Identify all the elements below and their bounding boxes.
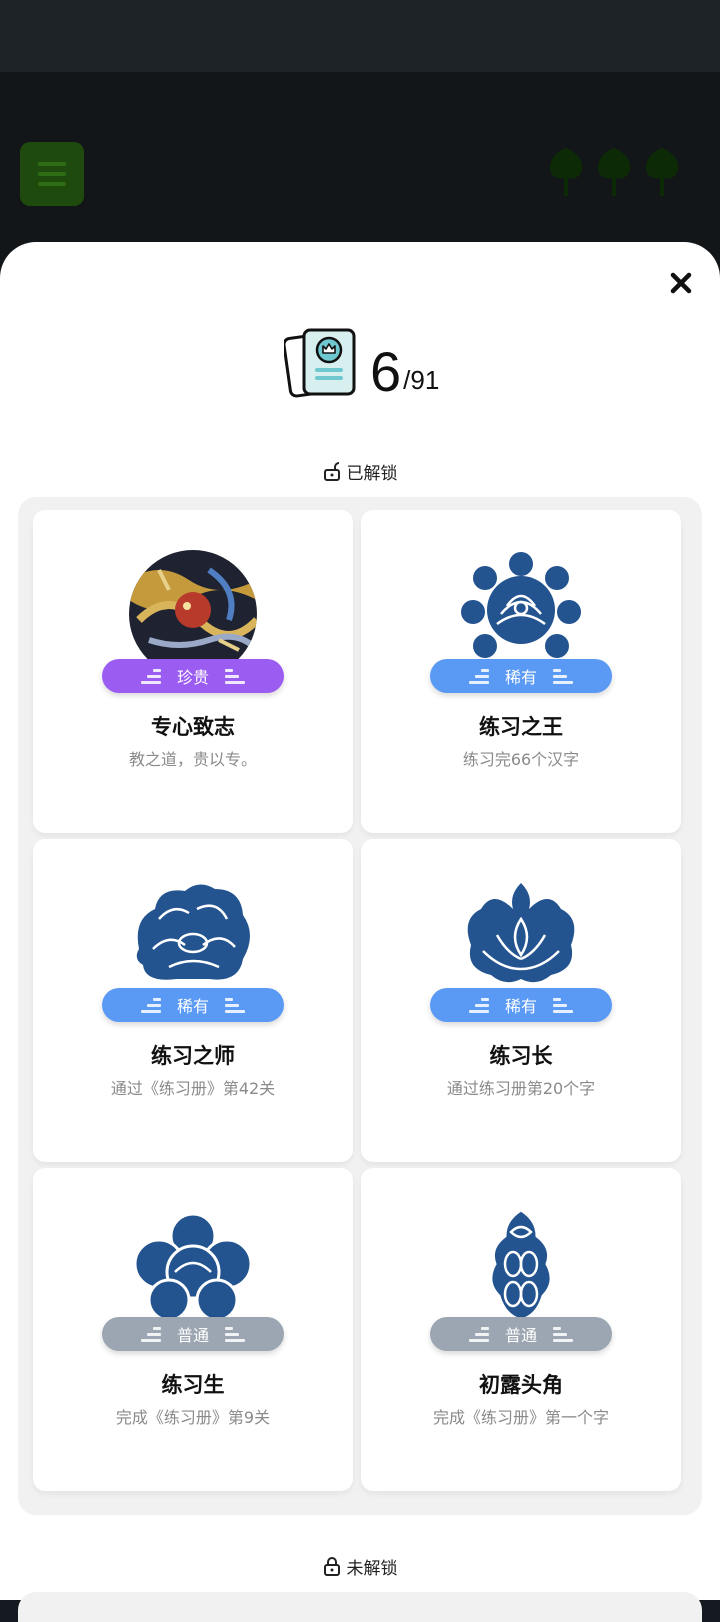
achievement-title: 练习之师 — [151, 1044, 235, 1068]
rarity-label: 稀有 — [504, 668, 537, 687]
rarity-label: 稀有 — [176, 997, 209, 1016]
locked-grid-edge — [18, 1592, 702, 1622]
achievement-description: 完成《练习册》第一个字 — [432, 1408, 609, 1427]
rarity-badge: 普通 — [102, 1317, 284, 1351]
achievement-title: 初露头角 — [479, 1373, 563, 1397]
achievement-card[interactable]: 稀有 练习之王 练习完66个汉字 — [361, 510, 681, 833]
achievement-description: 练习完66个汉字 — [462, 750, 580, 769]
medal-cards-icon — [284, 328, 356, 398]
rarity-badge: 普通 — [430, 1317, 612, 1351]
unlocked-grid: 珍贵 专心致志 教之道，贵以专。 稀有 练习之王 练习完66个汉字 稀有 练习之… — [18, 497, 702, 1515]
achievement-card[interactable]: 稀有 练习长 通过练习册第20个字 — [361, 839, 681, 1162]
achievement-card[interactable]: 稀有 练习之师 通过《练习册》第42关 — [33, 839, 353, 1162]
unlocked-count: 6 — [370, 340, 402, 403]
rarity-label: 普通 — [504, 1326, 537, 1345]
achievement-title: 专心致志 — [151, 715, 235, 739]
peony-medallion-icon — [461, 552, 581, 658]
unlocked-label: 已解锁 — [346, 464, 398, 484]
achievement-card[interactable]: 普通 练习生 完成《练习册》第9关 — [33, 1168, 353, 1491]
achievement-description: 完成《练习册》第9关 — [115, 1408, 271, 1427]
cloud-flower-icon — [133, 1212, 253, 1320]
rarity-badge: 稀有 — [430, 659, 612, 693]
achievement-title: 练习长 — [489, 1044, 553, 1068]
achievement-description: 通过《练习册》第42关 — [110, 1079, 276, 1098]
achievement-card[interactable]: 普通 初露头角 完成《练习册》第一个字 — [361, 1168, 681, 1491]
dragon-embroidery-icon — [129, 550, 257, 662]
locked-section-label: 未解锁 — [0, 1554, 720, 1579]
rarity-label: 珍贵 — [176, 668, 209, 687]
lock-icon — [323, 1556, 340, 1576]
background-tree-icon — [646, 148, 679, 196]
rarity-badge: 稀有 — [430, 988, 612, 1022]
close-icon — [670, 272, 692, 294]
close-button[interactable] — [664, 266, 698, 300]
collection-counter: 6 /91 — [284, 324, 439, 400]
unlocked-section-label: 已解锁 — [0, 459, 720, 484]
background-tree-icon — [598, 148, 631, 196]
background-tree-icon — [550, 148, 583, 196]
rarity-label: 稀有 — [504, 997, 537, 1016]
rarity-label: 普通 — [176, 1326, 209, 1345]
total-count: /91 — [403, 365, 440, 395]
ornament-pendant-icon — [489, 1208, 553, 1320]
status-bar — [0, 0, 720, 72]
background-menu-button — [20, 142, 84, 206]
peony-bloom-icon — [136, 884, 250, 980]
rarity-badge: 珍贵 — [102, 659, 284, 693]
achievement-title: 练习之王 — [479, 715, 563, 739]
rarity-badge: 稀有 — [102, 988, 284, 1022]
unlock-icon — [323, 461, 340, 481]
achievement-title: 练习生 — [161, 1373, 225, 1397]
achievement-description: 教之道，贵以专。 — [128, 750, 257, 769]
lotus-flower-icon — [467, 883, 575, 983]
achievement-description: 通过练习册第20个字 — [446, 1079, 596, 1098]
locked-label: 未解锁 — [346, 1559, 398, 1579]
achievement-card[interactable]: 珍贵 专心致志 教之道，贵以专。 — [33, 510, 353, 833]
